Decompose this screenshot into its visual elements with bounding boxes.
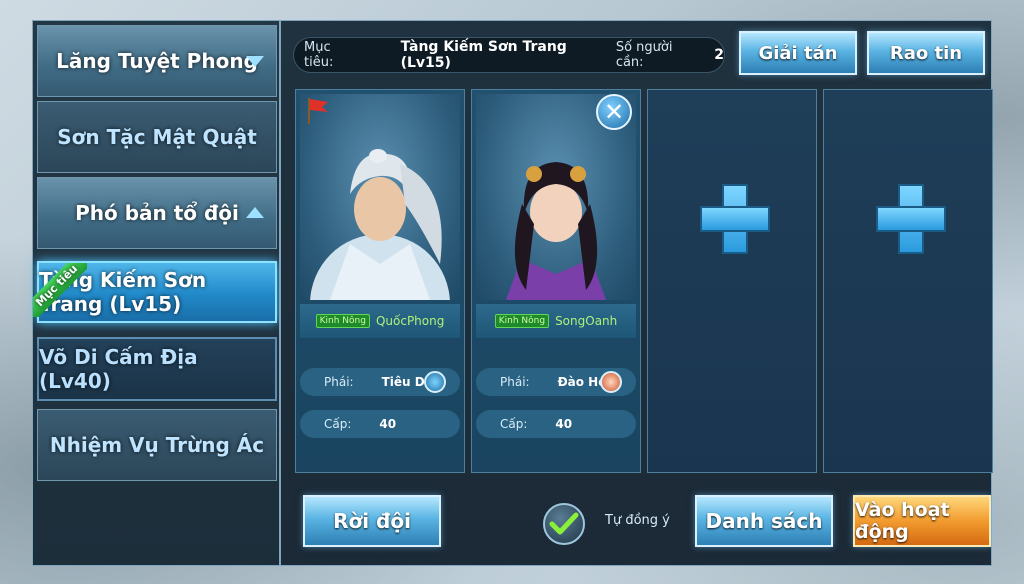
empty-slot-3[interactable]	[647, 89, 817, 473]
auto-accept-checkbox[interactable]	[543, 503, 585, 545]
kick-member-button[interactable]: ✕	[596, 94, 632, 130]
level-label: Cấp:	[500, 417, 528, 431]
member-level-row: Cấp: 40	[476, 410, 636, 438]
team-panel: Mục tiêu: Tàng Kiếm Sơn Trang (Lv15) Số …	[280, 20, 993, 566]
member-level-row: Cấp: 40	[300, 410, 460, 438]
member-count-value: 2	[714, 47, 724, 63]
checkmark-icon	[549, 512, 579, 535]
level-value: 40	[379, 417, 397, 431]
auto-accept-label: Tự đồng ý	[605, 513, 670, 528]
member-school-row: Phái: Tiêu Dao	[300, 368, 460, 396]
leave-team-button[interactable]: Rời đội	[303, 495, 441, 547]
menu-item-label: Phó bản tổ đội	[75, 201, 239, 225]
empty-slot-4[interactable]	[823, 89, 993, 473]
menu-item-nhiem-vu-trung-ac[interactable]: Nhiệm Vụ Trừng Ác	[37, 409, 277, 481]
member-name: SongOanh	[555, 314, 618, 328]
menu-item-tang-kiem-son-trang[interactable]: Tàng Kiếm Sơn Trang (Lv15) Mục tiêu	[33, 261, 277, 323]
disband-button[interactable]: Giải tán	[739, 31, 857, 75]
menu-item-vo-di-cam-dia[interactable]: Võ Di Cấm Địa (Lv40)	[37, 337, 277, 401]
menu-item-label: Sơn Tặc Mật Quật	[57, 125, 257, 149]
menu-item-son-tac-mat-quat[interactable]: Sơn Tặc Mật Quật	[37, 101, 277, 173]
target-bar: Mục tiêu: Tàng Kiếm Sơn Trang (Lv15) Số …	[293, 37, 725, 73]
activity-menu: Lăng Tuyệt Phong Sơn Tặc Mật Quật Phó bả…	[32, 20, 280, 566]
school-label: Phái:	[500, 375, 530, 389]
leader-flag-icon	[308, 98, 328, 124]
tieu-dao-school-icon	[424, 371, 446, 393]
member-portrait	[300, 94, 460, 300]
add-member-plus-icon[interactable]	[876, 184, 946, 254]
member-tag: Kinh Nông	[494, 314, 550, 328]
member-name: QuốcPhong	[375, 314, 445, 328]
member-tag: Kinh Nông	[315, 314, 370, 328]
school-label: Phái:	[324, 375, 354, 389]
target-ribbon-label: Mục tiêu	[33, 263, 87, 317]
member-slot-2[interactable]: ✕ Kinh Nông SongOanh Phái: Đào Hoa Cấp: …	[471, 89, 641, 473]
menu-item-pho-ban-to-doi[interactable]: Phó bản tổ đội	[37, 177, 277, 249]
menu-item-label: Nhiệm Vụ Trừng Ác	[49, 433, 265, 457]
chevron-down-icon	[246, 56, 264, 67]
chevron-up-icon	[246, 207, 264, 218]
level-label: Cấp:	[324, 417, 352, 431]
target-label: Mục tiêu:	[304, 40, 334, 70]
broadcast-button[interactable]: Rao tin	[867, 31, 985, 75]
menu-item-lang-tuyet-phong[interactable]: Lăng Tuyệt Phong	[37, 25, 277, 97]
member-school-row: Phái: Đào Hoa	[476, 368, 636, 396]
member-count-label: Số người cần:	[615, 40, 673, 70]
member-namebar: Kinh Nông QuốcPhong	[300, 304, 460, 338]
level-value: 40	[555, 417, 573, 431]
menu-item-label: Võ Di Cấm Địa (Lv40)	[39, 345, 198, 393]
close-icon: ✕	[603, 98, 625, 126]
dao-hoa-school-icon	[600, 371, 622, 393]
add-member-plus-icon[interactable]	[700, 184, 770, 254]
member-namebar: Kinh Nông SongOanh	[476, 304, 636, 338]
member-slot-1[interactable]: Kinh Nông QuốcPhong Phái: Tiêu Dao Cấp: …	[295, 89, 465, 473]
enter-activity-button[interactable]: Vào hoạt động	[853, 495, 991, 547]
target-value: Tàng Kiếm Sơn Trang (Lv15)	[400, 39, 567, 71]
menu-item-label: Lăng Tuyệt Phong	[56, 49, 258, 73]
target-ribbon: Mục tiêu	[33, 263, 87, 317]
list-button[interactable]: Danh sách	[695, 495, 833, 547]
game-window: Lăng Tuyệt Phong Sơn Tặc Mật Quật Phó bả…	[0, 0, 1024, 584]
